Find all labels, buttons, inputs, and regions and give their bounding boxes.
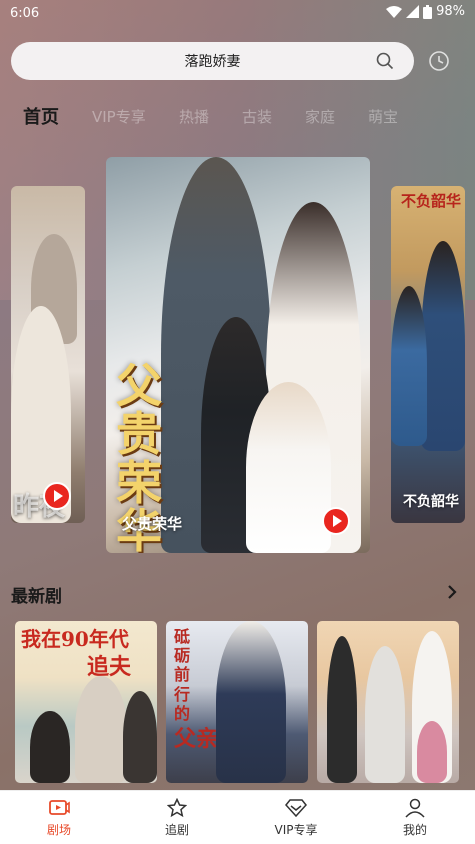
poster-figure — [75, 676, 127, 783]
banner-title: 不负韶华 — [403, 494, 459, 510]
carousel-card-main[interactable]: 父贵荣华 父贵荣华 — [106, 157, 370, 553]
bottom-nav: 剧场 追剧 VIP专享 我的 — [0, 790, 475, 844]
drama-card[interactable] — [317, 621, 459, 783]
tab-costume[interactable]: 古装 — [242, 106, 272, 127]
nav-label: 剧场 — [46, 823, 71, 837]
section-title-latest: 最新剧 — [11, 587, 62, 607]
tab-hot[interactable]: 热播 — [179, 106, 209, 127]
nav-label: VIP专享 — [274, 823, 318, 837]
nav-mine[interactable]: 我的 — [356, 791, 474, 844]
search-placeholder: 落跑娇妻 — [184, 54, 241, 70]
status-time: 6:06 — [10, 6, 40, 21]
tab-cute-baby[interactable]: 萌宝 — [368, 106, 398, 127]
theater-icon — [49, 800, 70, 815]
poster-title-text: 砥砺前行的 — [174, 627, 191, 723]
battery-icon — [423, 4, 433, 19]
poster-figure — [421, 241, 465, 451]
tab-vip[interactable]: VIP专享 — [92, 106, 146, 127]
wifi-icon — [386, 5, 403, 18]
play-button[interactable] — [43, 482, 71, 510]
category-tabs: 首页 VIP专享 热播 古装 家庭 萌宝 — [0, 100, 475, 136]
drama-card[interactable]: 砥砺前行的 父亲 — [166, 621, 308, 783]
poster-figure — [30, 711, 70, 783]
person-icon — [405, 798, 425, 818]
nav-vip[interactable]: VIP专享 — [237, 791, 355, 844]
poster-figure — [391, 286, 427, 446]
poster-figure — [246, 382, 331, 553]
history-icon[interactable] — [428, 50, 450, 72]
poster-title-text: 追夫 — [87, 654, 132, 680]
search-input[interactable]: 落跑娇妻 — [11, 42, 414, 80]
tab-home[interactable]: 首页 — [23, 103, 59, 129]
status-bar: 6:06 98% — [0, 0, 475, 28]
poster-figure — [327, 636, 357, 783]
battery-percent: 98% — [436, 4, 465, 19]
signal-icon — [406, 5, 420, 18]
nav-label: 追剧 — [164, 823, 189, 837]
carousel-card-left[interactable]: 昨夜 — [11, 186, 85, 523]
drama-card[interactable]: 我在90年代 追夫 — [15, 621, 157, 783]
nav-theater[interactable]: 剧场 — [0, 791, 118, 844]
poster-figure — [123, 691, 157, 783]
poster-title-text: 不负韶华 — [401, 192, 462, 210]
tab-family[interactable]: 家庭 — [305, 106, 335, 127]
poster-figure — [216, 621, 286, 783]
poster-figure — [365, 646, 405, 783]
nav-follow[interactable]: 追剧 — [118, 791, 236, 844]
diamond-icon — [285, 799, 307, 818]
poster-figure — [417, 721, 447, 783]
banner-title: 父贵荣华 — [122, 515, 183, 533]
status-icons: 98% — [386, 4, 465, 19]
poster-title-text: 我在90年代 — [21, 627, 129, 651]
search-icon[interactable] — [376, 52, 394, 70]
play-button[interactable] — [322, 507, 350, 535]
carousel-card-right[interactable]: 不负韶华 不负韶华 — [391, 186, 465, 523]
nav-label: 我的 — [402, 823, 427, 837]
chevron-right-icon[interactable] — [445, 584, 459, 600]
poster-title-text: 父亲 — [174, 726, 219, 752]
star-icon — [167, 798, 187, 818]
